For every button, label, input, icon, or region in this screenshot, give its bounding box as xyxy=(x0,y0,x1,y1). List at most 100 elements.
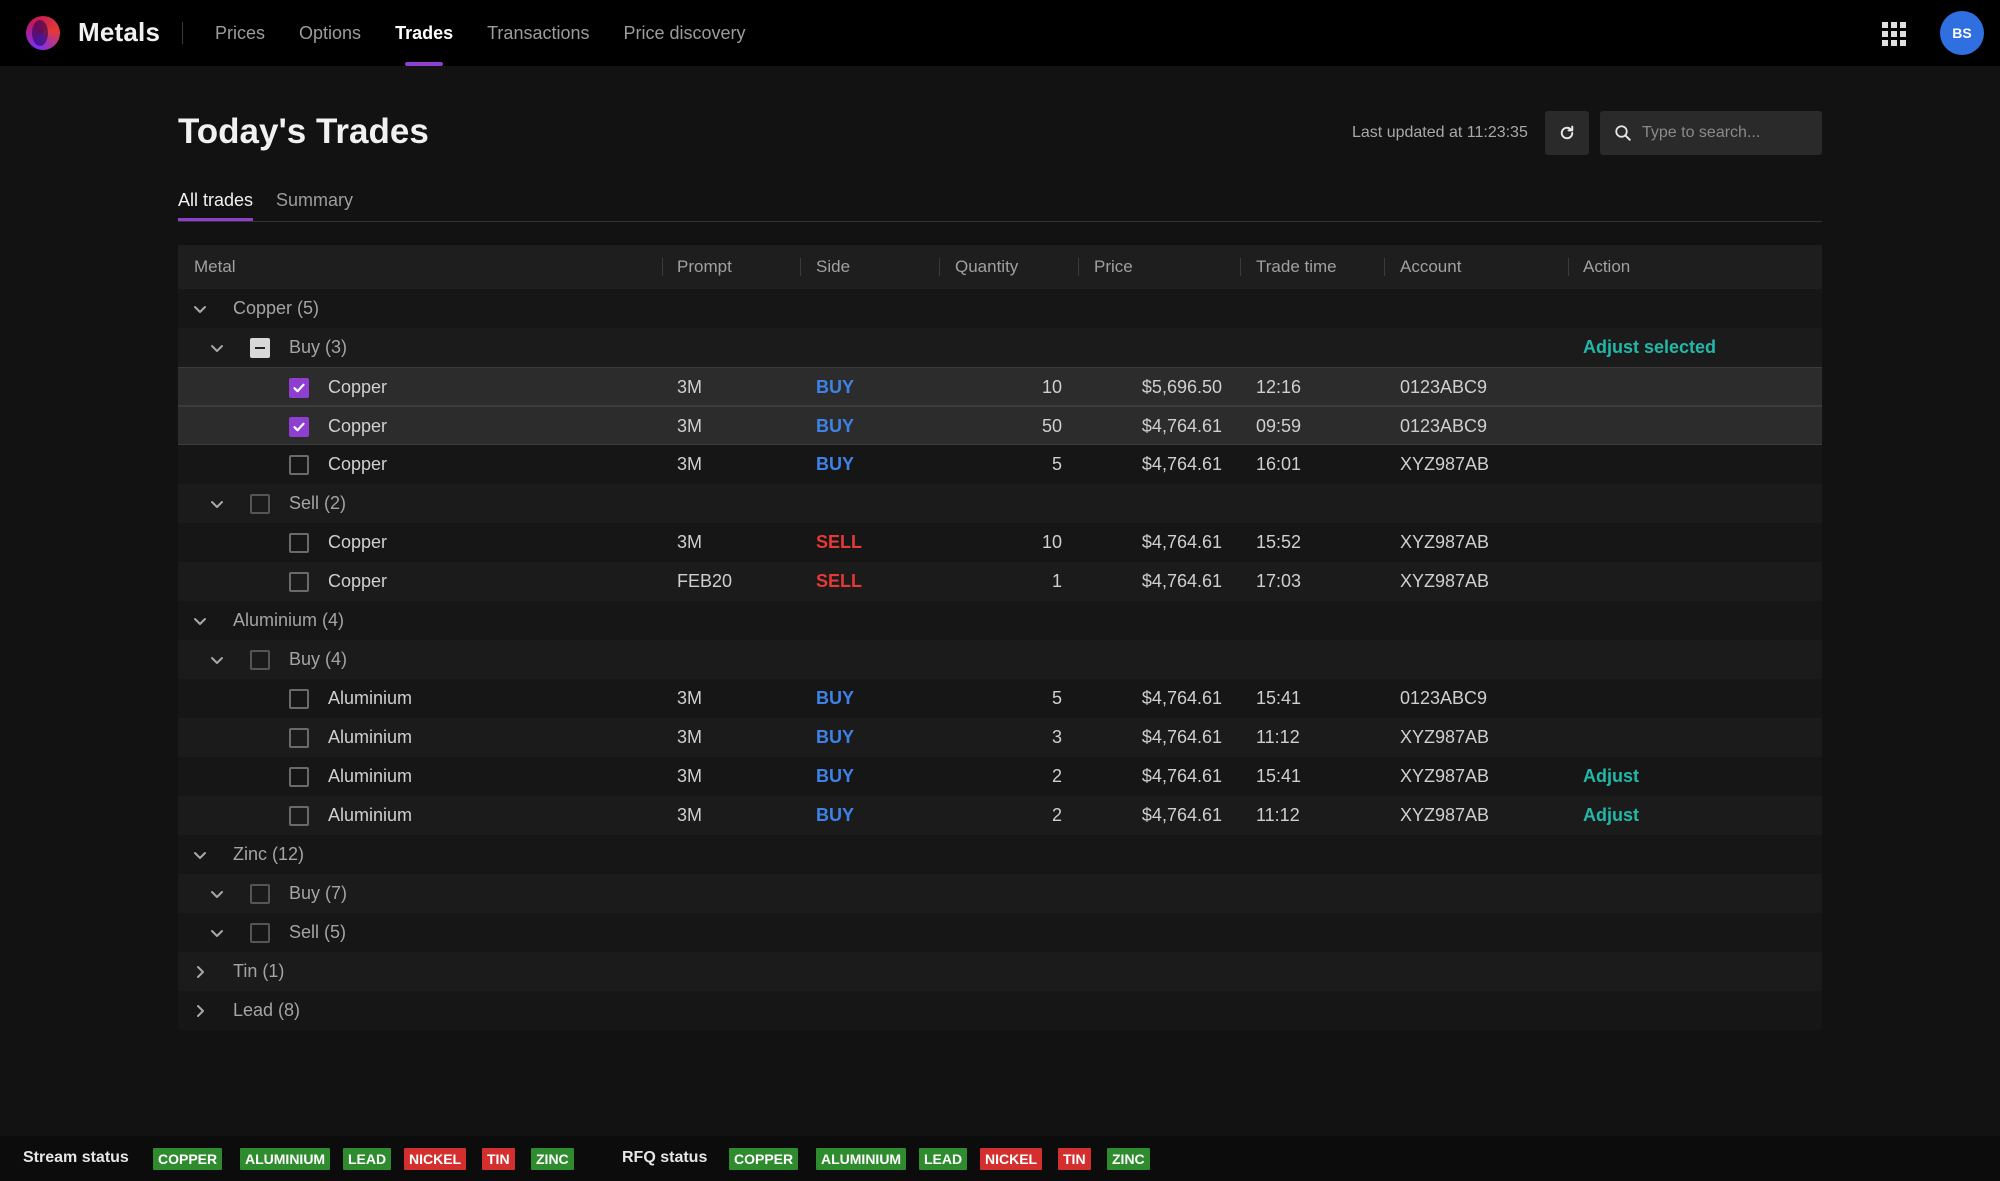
price-cell: $4,764.61 xyxy=(1141,727,1222,747)
stream-status-badge-zinc: ZINC xyxy=(531,1148,574,1170)
table-row[interactable]: Aluminium 3M BUY 3 $4,764.61 11:12 XYZ987AB xyxy=(178,718,1822,757)
subgroup-row[interactable]: Sell (5) xyxy=(178,913,1822,952)
column-header-action[interactable]: Action xyxy=(1583,245,1630,289)
account-cell: 0123ABC9 xyxy=(1400,416,1488,436)
metal-cell: Copper xyxy=(328,454,388,474)
column-header-trade-time[interactable]: Trade time xyxy=(1256,245,1337,289)
group-checkbox[interactable] xyxy=(250,494,270,514)
subgroup-row[interactable]: Buy (4) xyxy=(178,640,1822,679)
trade-time-cell: 15:41 xyxy=(1256,766,1302,786)
adjust-link[interactable]: Adjust xyxy=(1583,796,1639,835)
row-checkbox[interactable] xyxy=(289,533,309,553)
row-checkbox[interactable] xyxy=(289,417,309,437)
side-cell: SELL xyxy=(816,571,863,591)
account-cell: XYZ987AB xyxy=(1400,532,1490,552)
column-header-account[interactable]: Account xyxy=(1400,245,1461,289)
rfq-status-label: RFQ status xyxy=(622,1149,708,1166)
search-icon xyxy=(1615,125,1631,141)
table-row[interactable]: Copper 3M BUY 50 $4,764.61 09:59 0123ABC9 xyxy=(178,406,1822,445)
group-row[interactable]: Aluminium (4) xyxy=(178,601,1822,640)
prompt-cell: 3M xyxy=(677,377,703,397)
chevron-down-icon[interactable] xyxy=(209,496,225,512)
nav-item-price-discovery[interactable]: Price discovery xyxy=(623,0,745,66)
column-header-quantity[interactable]: Quantity xyxy=(955,245,1018,289)
table-row[interactable]: Aluminium 3M BUY 2 $4,764.61 11:12 XYZ987AB Adj… xyxy=(178,796,1822,835)
metal-cell: Aluminium xyxy=(328,688,413,708)
chevron-down-icon[interactable] xyxy=(192,847,208,863)
trade-time-cell: 09:59 xyxy=(1256,416,1302,436)
chevron-down-icon[interactable] xyxy=(192,613,208,629)
stream-status-label: Stream status xyxy=(23,1149,129,1166)
row-checkbox[interactable] xyxy=(289,806,309,826)
metals-logo-icon[interactable] xyxy=(26,16,60,50)
nav-item-trades[interactable]: Trades xyxy=(395,0,453,66)
row-checkbox[interactable] xyxy=(289,689,309,709)
nav-item-transactions[interactable]: Transactions xyxy=(487,0,589,66)
table-row[interactable]: Copper 3M BUY 5 $4,764.61 16:01 XYZ987AB xyxy=(178,445,1822,484)
chevron-down-icon[interactable] xyxy=(209,340,225,356)
row-checkbox[interactable] xyxy=(289,767,309,787)
table-row[interactable]: Aluminium 3M BUY 5 $4,764.61 15:41 0123ABC9 xyxy=(178,679,1822,718)
page-title: Today's Trades xyxy=(178,112,429,151)
subgroup-row[interactable]: Sell (2) xyxy=(178,484,1822,523)
chevron-down-icon[interactable] xyxy=(192,301,208,317)
stream-status-badge-copper: COPPER xyxy=(153,1148,223,1170)
quantity-cell: 2 xyxy=(1051,805,1062,825)
nav-item-prices[interactable]: Prices xyxy=(215,0,265,66)
main-nav: Prices Options Trades Transactions Price dis… xyxy=(215,0,780,66)
subgroup-row[interactable]: Buy (3) Adjust selected xyxy=(178,328,1822,367)
group-row[interactable]: Tin (1) xyxy=(178,952,1822,991)
group-row[interactable]: Zinc (12) xyxy=(178,835,1822,874)
side-cell: BUY xyxy=(816,377,855,397)
chevron-right-icon[interactable] xyxy=(192,964,208,980)
metal-cell: Copper xyxy=(328,416,388,436)
row-checkbox[interactable] xyxy=(289,378,309,398)
table-row[interactable]: Copper 3M SELL 10 $4,764.61 15:52 XYZ987AB xyxy=(178,523,1822,562)
table-row[interactable]: Copper 3M BUY 10 $5,696.50 12:16 0123ABC9 xyxy=(178,367,1822,406)
rfq-status-badge-copper: COPPER xyxy=(729,1148,799,1170)
price-cell: $4,764.61 xyxy=(1141,454,1222,474)
account-cell: XYZ987AB xyxy=(1400,727,1490,747)
tab-summary[interactable]: Summary xyxy=(276,190,353,211)
subgroup-label: Buy (3) xyxy=(289,337,348,357)
column-header-metal[interactable]: Metal xyxy=(194,245,236,289)
stream-status-badge-nickel: NICKEL xyxy=(404,1148,467,1170)
side-cell: BUY xyxy=(816,727,855,747)
group-checkbox[interactable] xyxy=(250,650,270,670)
trade-time-cell: 11:12 xyxy=(1256,727,1300,747)
adjust-link[interactable]: Adjust xyxy=(1583,757,1639,796)
search-input[interactable] xyxy=(1642,124,1812,142)
group-row[interactable]: Lead (8) xyxy=(178,991,1822,1030)
nav-item-options[interactable]: Options xyxy=(299,0,361,66)
adjust-selected-link[interactable]: Adjust selected xyxy=(1583,328,1716,367)
group-checkbox[interactable] xyxy=(250,338,270,358)
chevron-down-icon[interactable] xyxy=(209,925,225,941)
chevron-right-icon[interactable] xyxy=(192,1003,208,1019)
table-row[interactable]: Aluminium 3M BUY 2 $4,764.61 15:41 XYZ987AB Adj… xyxy=(178,757,1822,796)
refresh-button[interactable] xyxy=(1545,111,1589,155)
row-checkbox[interactable] xyxy=(289,455,309,475)
trade-time-cell: 15:41 xyxy=(1256,688,1302,708)
subgroup-row[interactable]: Buy (7) xyxy=(178,874,1822,913)
avatar[interactable]: BS xyxy=(1940,11,1984,55)
tab-all-trades[interactable]: All trades xyxy=(178,190,254,221)
quantity-cell: 50 xyxy=(1041,416,1062,436)
grid-apps-icon[interactable] xyxy=(1882,22,1906,46)
app-title[interactable]: Metals xyxy=(78,17,160,48)
column-header-price[interactable]: Price xyxy=(1094,245,1133,289)
chevron-down-icon[interactable] xyxy=(209,652,225,668)
column-header-side[interactable]: Side xyxy=(816,245,850,289)
table-row[interactable]: Copper FEB20 SELL 1 $4,764.61 17:03 XYZ987AB xyxy=(178,562,1822,601)
chevron-down-icon[interactable] xyxy=(209,886,225,902)
price-cell: $5,696.50 xyxy=(1141,377,1222,397)
row-checkbox[interactable] xyxy=(289,728,309,748)
row-checkbox[interactable] xyxy=(289,572,309,592)
quantity-cell: 5 xyxy=(1051,454,1062,474)
group-checkbox[interactable] xyxy=(250,923,270,943)
trade-time-cell: 17:03 xyxy=(1256,571,1302,591)
column-header-prompt[interactable]: Prompt xyxy=(677,245,732,289)
price-cell: $4,764.61 xyxy=(1141,532,1222,552)
group-checkbox[interactable] xyxy=(250,884,270,904)
trade-time-cell: 16:01 xyxy=(1256,454,1302,474)
group-row[interactable]: Copper (5) xyxy=(178,289,1822,328)
